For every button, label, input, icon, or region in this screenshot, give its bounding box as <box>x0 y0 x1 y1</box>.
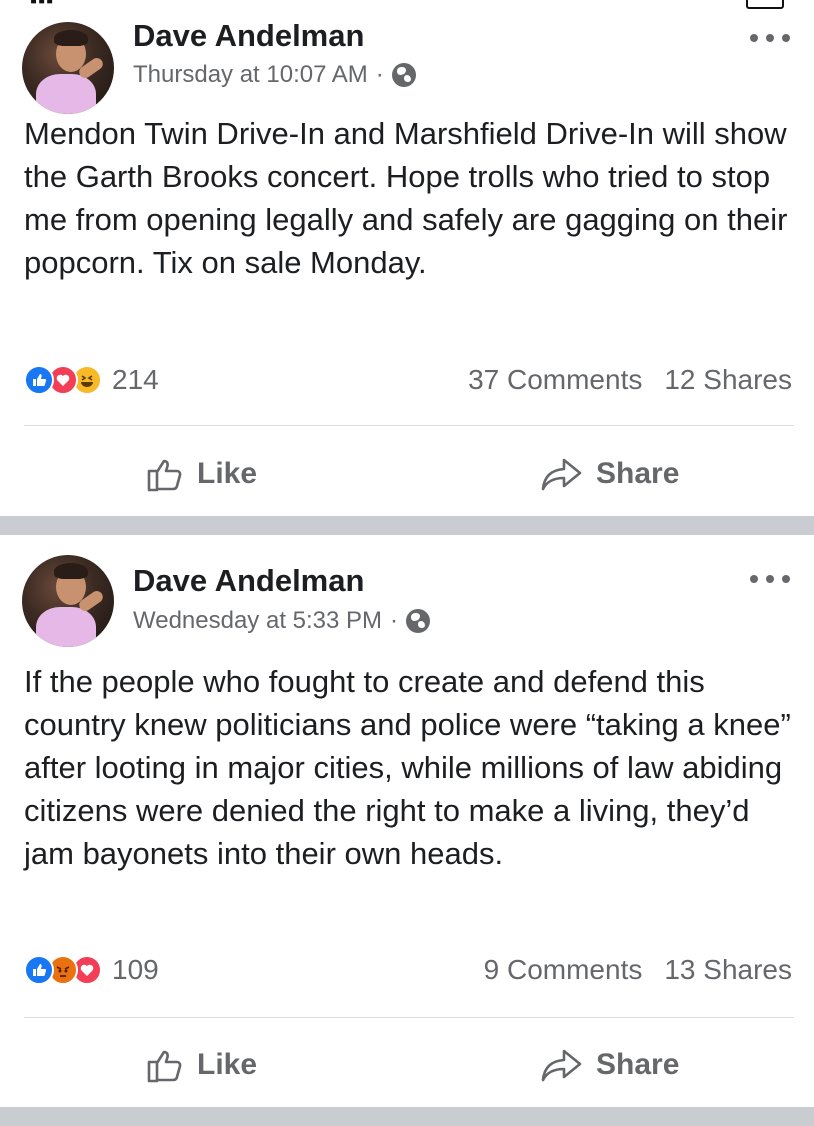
more-options-icon[interactable] <box>750 34 790 44</box>
globe-icon <box>406 609 431 633</box>
thumbs-up-icon <box>147 459 182 492</box>
like-label: Like <box>197 457 258 490</box>
share-arrow-icon <box>541 1049 582 1082</box>
divider <box>24 425 794 426</box>
feed-separator <box>0 1107 814 1126</box>
feed-post: Dave Andelman Thursday at 10:07 AM · Men… <box>0 14 814 516</box>
avatar[interactable] <box>22 22 114 114</box>
reaction-count: 109 <box>112 954 159 985</box>
post-text: Mendon Twin Drive-In and Marshfield Driv… <box>24 116 788 280</box>
thumbs-up-icon <box>147 1050 182 1083</box>
divider <box>24 1017 794 1018</box>
comments-count[interactable]: 9 Comments <box>484 954 643 986</box>
share-arrow-icon <box>541 458 582 491</box>
author-name[interactable]: Dave Andelman <box>133 563 364 599</box>
post-text: If the people who fought to create and d… <box>24 664 791 871</box>
shares-count[interactable]: 13 Shares <box>664 954 792 986</box>
comments-count[interactable]: 37 Comments <box>468 364 642 396</box>
globe-icon <box>391 63 416 87</box>
like-label: Like <box>197 1048 258 1081</box>
post-timestamp[interactable]: Wednesday at 5:33 PM <box>133 607 382 635</box>
share-label: Share <box>596 457 680 490</box>
like-button[interactable]: Like <box>145 454 257 494</box>
shares-count[interactable]: 12 Shares <box>664 364 792 396</box>
like-reaction-icon <box>24 955 54 985</box>
battery-status <box>740 0 784 13</box>
battery-icon <box>746 0 784 9</box>
like-button[interactable]: Like <box>145 1045 257 1085</box>
reactions-summary[interactable]: 214 <box>24 364 159 396</box>
like-reaction-icon <box>24 365 54 395</box>
reactions-summary[interactable]: 109 <box>24 954 159 986</box>
meta-separator: · <box>390 607 399 634</box>
avatar[interactable] <box>22 555 114 647</box>
post-meta: Wednesday at 5:33 PM · <box>133 607 431 635</box>
post-meta: Thursday at 10:07 AM · <box>133 61 416 89</box>
more-options-icon[interactable] <box>750 575 790 585</box>
status-bar: ▪▪▪ <box>0 0 814 14</box>
carrier-signal: ▪▪▪ <box>30 0 55 12</box>
meta-separator: · <box>375 61 384 88</box>
share-button[interactable]: Share <box>540 1045 679 1085</box>
share-label: Share <box>596 1048 680 1081</box>
post-timestamp[interactable]: Thursday at 10:07 AM <box>133 61 368 89</box>
share-button[interactable]: Share <box>540 454 679 494</box>
reaction-count: 214 <box>112 364 159 395</box>
engagement-counts: 37 Comments 12 Shares <box>468 364 792 396</box>
author-name[interactable]: Dave Andelman <box>133 18 364 54</box>
feed-post: Dave Andelman Wednesday at 5:33 PM · If … <box>0 535 814 1107</box>
feed-separator <box>0 516 814 535</box>
engagement-counts: 9 Comments 13 Shares <box>484 954 792 986</box>
